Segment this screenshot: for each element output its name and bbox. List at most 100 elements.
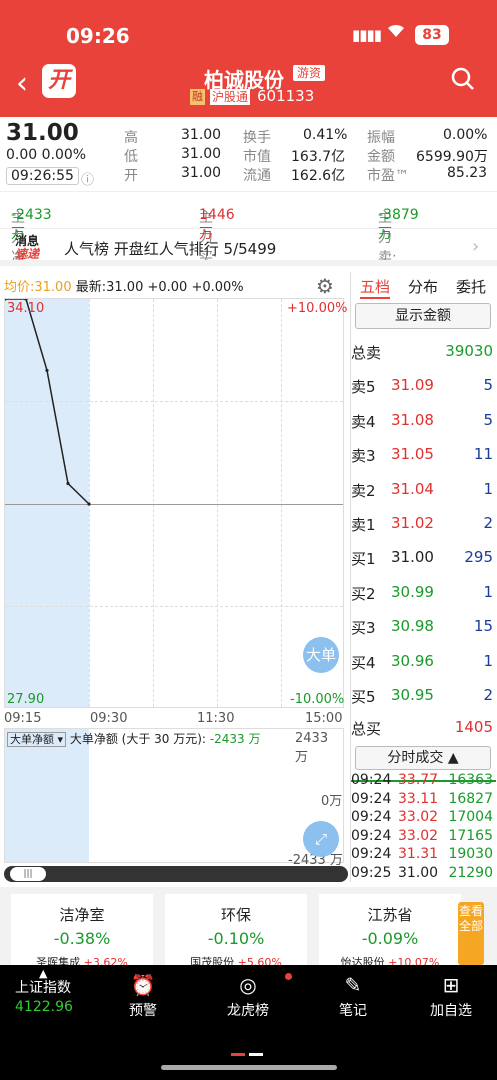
level-price: 31.00 xyxy=(391,548,434,566)
price-chart[interactable]: 34.10 +10.00% 27.90 -10.00% 大单 xyxy=(4,298,348,708)
quote-time: 09:26:55 xyxy=(6,167,79,185)
page-indicator xyxy=(231,1041,267,1060)
app-logo[interactable]: 开 xyxy=(42,64,76,98)
change-percent: 0.00% xyxy=(41,147,87,163)
level-volume: 5 xyxy=(483,376,493,394)
trade-volume: 16827 xyxy=(448,790,493,807)
level-label: 买1 xyxy=(351,550,376,568)
news-badge: 消息 速递 xyxy=(15,235,39,261)
edit-note-icon: ✎ xyxy=(344,973,362,997)
ask-row[interactable]: 卖4 31.08 5 xyxy=(351,403,496,437)
level-volume: 2 xyxy=(483,514,493,532)
notes-button[interactable]: ✎ 笔记 xyxy=(339,973,367,1020)
page-dot xyxy=(249,1053,263,1056)
sector-card[interactable]: 环保 -0.10% 国茂股份 +5.60% xyxy=(165,894,307,969)
sector-card[interactable]: 江苏省 -0.09% 怡达股份 +10.07% xyxy=(319,894,461,969)
indicator-dropdown[interactable]: 大单净额 ▾ xyxy=(7,732,67,747)
amplitude-value: 0.00% xyxy=(443,127,488,143)
news-ticker[interactable]: 消息 速递 人气榜 开盘红人气排行 5/5499 › xyxy=(0,228,497,266)
trade-time: 09:25 xyxy=(351,864,392,881)
bottom-toolbar: ▲ 上证指数 4122.96 ⏰ 预警 ◎ 龙虎榜 ✎ 笔记 ⊞ 加自选 xyxy=(0,965,497,1080)
sector-name: 洁净室 xyxy=(59,906,105,924)
level-label: 卖5 xyxy=(351,378,376,396)
book-tabs: 五档 分布 委托 xyxy=(351,272,497,299)
latest-price-label: 最新:31.00 +0.00 +0.00% xyxy=(75,280,244,295)
level-label: 卖1 xyxy=(351,516,376,534)
x-tick: 09:30 xyxy=(90,711,128,726)
add-watchlist-label: 加自选 xyxy=(430,1003,472,1019)
trades-header-button[interactable]: 分时成交 ▲ xyxy=(355,746,491,770)
trade-price: 31.31 xyxy=(398,846,439,862)
plus-box-icon: ⊞ xyxy=(442,973,460,997)
gear-icon[interactable]: ⚙ xyxy=(316,274,334,298)
big-order-chart[interactable]: 大单净额 ▾ 大单净额 (大于 30 万元): -2433 万 2433 万 0… xyxy=(4,728,344,868)
level-volume: 295 xyxy=(464,548,493,566)
alarm-clock-icon: ⏰ xyxy=(130,973,156,997)
tab-five-level[interactable]: 五档 xyxy=(360,276,391,299)
mcap-value: 163.7亿 xyxy=(291,149,346,165)
stock-tag[interactable]: 游资 xyxy=(293,65,326,81)
level-volume: 1 xyxy=(483,651,493,670)
chart-summary: 均价:31.00 最新:31.00 +0.00 +0.00% xyxy=(4,276,244,295)
tab-orders[interactable]: 委托 xyxy=(456,276,486,297)
pe-value: 85.23 xyxy=(447,165,488,181)
price-point xyxy=(87,502,91,506)
ask-row[interactable]: 卖1 31.02 2 xyxy=(351,506,496,540)
avg-price-label: 均价:31.00 xyxy=(4,280,72,295)
search-icon[interactable] xyxy=(450,66,476,99)
level-volume: 11 xyxy=(473,445,493,463)
level-price: 30.98 xyxy=(391,617,434,635)
level-price: 31.08 xyxy=(391,410,434,429)
bid-row[interactable]: 买1 31.00 295 xyxy=(351,540,496,574)
bid-row[interactable]: 买5 30.95 2 xyxy=(351,678,496,712)
total-sell-label: 总卖 xyxy=(351,344,382,362)
notes-label: 笔记 xyxy=(339,1003,367,1019)
bid-row[interactable]: 买4 30.96 1 xyxy=(351,644,496,678)
float-label: 流通 xyxy=(243,168,271,184)
price-change: 0.00 0.00% xyxy=(6,147,86,163)
bid-row[interactable]: 买3 30.98 15 xyxy=(351,609,496,643)
expand-icon[interactable]: ⤢ xyxy=(303,821,339,857)
index-label: 上证指数 xyxy=(15,980,71,996)
info-icon[interactable]: ⓘ xyxy=(81,169,94,188)
ask-row[interactable]: 卖3 31.05 11 xyxy=(351,437,496,471)
turnover-value: 0.41% xyxy=(303,127,348,143)
stock-code: 601133 xyxy=(257,87,315,105)
tab-distribution[interactable]: 分布 xyxy=(408,276,438,297)
ask-row[interactable]: 卖2 31.04 1 xyxy=(351,472,496,506)
capital-flows: 主力净: -2433万 主力买: 1446万 主力卖: -3879万 xyxy=(0,195,497,266)
status-bar: 09:26 ▮▮▮▮ 83 xyxy=(0,0,497,60)
battery-indicator: 83 xyxy=(415,25,449,45)
chevron-right-icon: › xyxy=(472,236,480,257)
x-tick: 09:15 xyxy=(4,711,42,726)
level-label: 买2 xyxy=(351,584,376,603)
level-label: 买4 xyxy=(351,653,376,672)
add-watchlist-button[interactable]: ⊞ 加自选 xyxy=(430,973,472,1020)
big-order-button[interactable]: 大单 xyxy=(303,637,339,673)
intraday-chart-area: 均价:31.00 最新:31.00 +0.00 +0.00% ⚙ 34.10 +… xyxy=(0,272,350,882)
show-amount-button[interactable]: 显示金额 xyxy=(355,303,491,329)
level-price: 31.05 xyxy=(391,445,434,463)
open-value: 31.00 xyxy=(181,165,222,181)
view-all-button[interactable]: 查看全部 xyxy=(458,902,484,965)
ask-row[interactable]: 卖5 31.09 5 xyxy=(351,368,496,402)
high-value: 31.00 xyxy=(181,127,222,143)
trade-time: 09:24 xyxy=(351,809,392,825)
total-buy-label: 总买 xyxy=(351,720,382,738)
sub-chart-header: 大单净额 ▾ 大单净额 (大于 30 万元): -2433 万 xyxy=(7,730,261,747)
scroll-handle[interactable]: ||| xyxy=(10,867,46,881)
chart-scrollbar[interactable]: ||| xyxy=(4,866,348,882)
bid-row[interactable]: 买2 30.99 1 xyxy=(351,575,496,609)
pct-max-label: +10.00% xyxy=(287,301,348,316)
low-value: 31.00 xyxy=(181,146,222,162)
level-volume: 5 xyxy=(483,410,493,429)
sector-card[interactable]: 洁净室 -0.38% 圣晖集成 +3.62% xyxy=(11,894,153,969)
alert-button[interactable]: ⏰ 预警 xyxy=(129,973,157,1020)
quote-panel: 31.00 0.00 0.00% 09:26:55 ⓘ 高 31.00 低 31… xyxy=(0,117,497,192)
connect-badge: 沪股通 xyxy=(210,89,251,105)
sub-chart-value: -2433 万 xyxy=(209,732,261,746)
pe-label: 市盈™ xyxy=(367,168,409,184)
index-ticker[interactable]: ▲ 上证指数 4122.96 xyxy=(15,967,73,1015)
back-icon[interactable]: ‹ xyxy=(16,66,28,101)
dragon-tiger-button[interactable]: ◎ 龙虎榜 xyxy=(227,973,292,1020)
